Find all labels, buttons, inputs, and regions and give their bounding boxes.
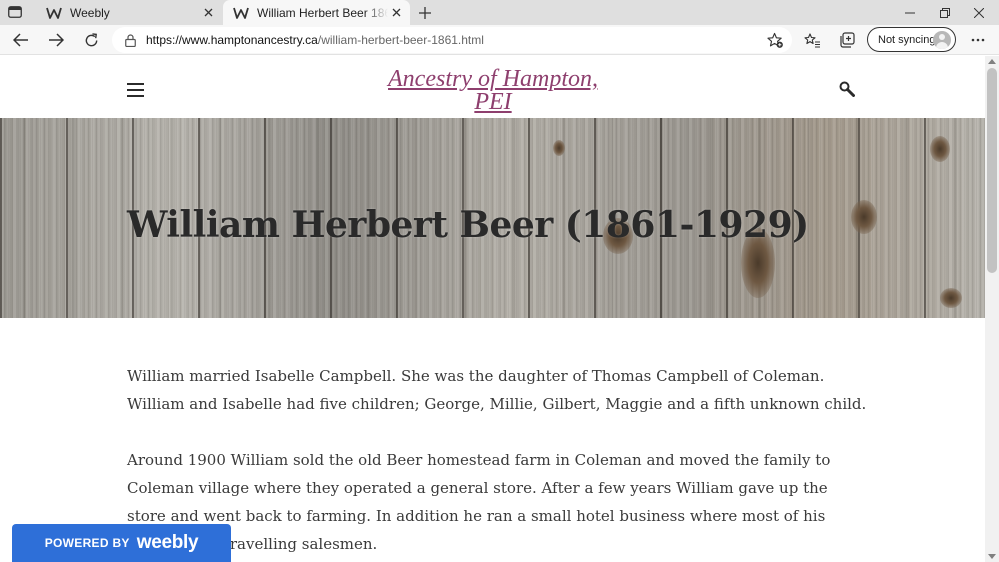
url-host: https://www.hamptonancestry.ca [146, 33, 318, 47]
tab-bar: Weebly William Herbert Beer 1861 - Ances… [0, 0, 999, 25]
weebly-icon [233, 5, 249, 21]
vertical-scrollbar[interactable] [985, 56, 999, 562]
hero-banner: William Herbert Beer (1861-1929) [0, 118, 985, 318]
tab-actions-icon[interactable] [6, 4, 24, 20]
search-icon[interactable] [839, 81, 857, 99]
sync-label: Not syncing [878, 33, 936, 46]
refresh-button[interactable] [79, 28, 103, 52]
paragraph: William married Isabelle Campbell. She w… [127, 367, 867, 413]
paragraph: Around 1900 William sold the old Beer ho… [127, 451, 831, 553]
tab-weebly[interactable]: Weebly [36, 0, 222, 25]
powered-by-label: POWERED BY [44, 536, 130, 550]
scroll-up-icon[interactable] [988, 59, 996, 64]
scroll-down-icon[interactable] [988, 554, 996, 559]
url-path: /william-herbert-beer-1861.html [317, 33, 484, 47]
site-header: Ancestry of Hampton, PEI [0, 56, 985, 118]
avatar [933, 31, 951, 49]
close-icon[interactable] [200, 5, 216, 21]
wood-knot [851, 200, 877, 234]
minimize-button[interactable] [893, 0, 927, 25]
back-button[interactable] [9, 28, 33, 52]
weebly-logo: weebly [136, 532, 199, 553]
url-text[interactable]: https://www.hamptonancestry.ca/william-h… [146, 33, 484, 47]
wood-knot [930, 136, 950, 162]
powered-by-weebly-badge[interactable]: POWERED BY weebly [12, 524, 231, 562]
wood-knot [553, 140, 565, 156]
address-bar[interactable]: https://www.hamptonancestry.ca/william-h… [112, 27, 792, 53]
more-menu-icon[interactable] [966, 28, 990, 52]
close-icon[interactable] [388, 5, 404, 21]
site-title-link[interactable]: Ancestry of Hampton, PEI [368, 67, 618, 114]
tab-title: Weebly [70, 5, 110, 20]
window-close-button[interactable] [962, 0, 996, 25]
scrollbar-thumb[interactable] [987, 68, 997, 273]
wood-knot [940, 288, 962, 308]
browser-toolbar: https://www.hamptonancestry.ca/william-h… [0, 25, 999, 55]
restore-button[interactable] [928, 0, 962, 25]
new-tab-button[interactable] [415, 3, 435, 23]
collections-icon[interactable] [835, 28, 859, 52]
menu-icon[interactable] [127, 83, 144, 97]
profile-sync-button[interactable]: Not syncing [867, 27, 956, 52]
forward-button[interactable] [44, 28, 68, 52]
article-content: William married Isabelle Campbell. She w… [127, 362, 867, 562]
weebly-icon [46, 5, 62, 21]
lock-icon[interactable] [124, 33, 136, 47]
favorites-icon[interactable] [800, 28, 824, 52]
add-favorite-icon[interactable] [766, 31, 784, 49]
tab-active-page[interactable]: William Herbert Beer 1861 - Ancestry of … [223, 0, 410, 25]
page-viewport: Ancestry of Hampton, PEI William Herbert… [0, 56, 999, 562]
tab-title: William Herbert Beer 1861 - Ancestry of … [257, 5, 388, 20]
page-title: William Herbert Beer (1861-1929) [127, 204, 809, 246]
